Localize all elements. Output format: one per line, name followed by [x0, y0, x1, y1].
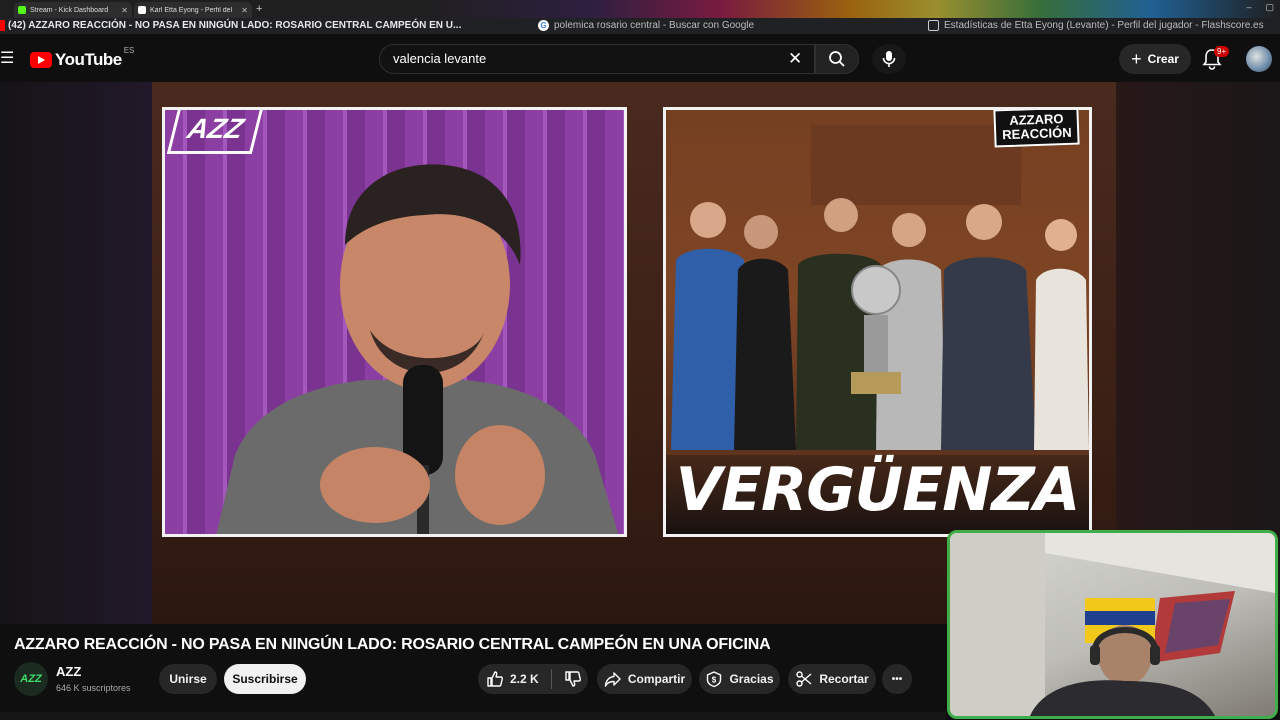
page-tab-label: polemica rosario central - Buscar con Go…	[554, 20, 755, 31]
browser-page-tabs: (42) AZZARO REACCIÓN - NO PASA EN NINGÚN…	[0, 18, 1280, 34]
tab-label: Stream - Kick Dashboard	[30, 6, 109, 14]
tab-kick-dashboard[interactable]: Stream - Kick Dashboard ✕	[14, 2, 132, 18]
overlay-headline: VERGÜENZA	[675, 455, 1081, 525]
kick-icon	[18, 6, 26, 14]
google-icon: G	[538, 20, 549, 31]
thanks-label: Gracias	[729, 672, 774, 686]
tab-close-icon[interactable]: ✕	[241, 6, 248, 15]
video-title: AZZARO REACCIÓN - NO PASA EN NINGÚN LADO…	[14, 636, 771, 653]
video-right-panel-photo: AZZARO REACCIÓN VERGÜENZA	[663, 107, 1092, 537]
logo-country: ES	[123, 46, 135, 55]
window-controls: – ▢	[1246, 2, 1274, 13]
logo-word: YouTube	[55, 50, 122, 69]
page-tab-google[interactable]: G polemica rosario central - Buscar con …	[538, 20, 754, 31]
scissors-icon	[796, 671, 812, 687]
more-icon: •••	[891, 673, 903, 685]
search-icon	[829, 51, 845, 67]
subscriber-count: 646 K suscriptores	[56, 683, 131, 693]
share-icon	[604, 672, 621, 687]
thumbs-up-icon	[487, 671, 503, 687]
clip-label: Recortar	[819, 672, 869, 686]
join-label: Unirse	[169, 672, 207, 686]
create-button[interactable]: + Crear	[1119, 44, 1191, 74]
share-button[interactable]: Compartir	[597, 664, 692, 694]
voice-search-button[interactable]	[872, 44, 906, 74]
tab-strip-decoration	[420, 0, 1280, 18]
more-actions-button[interactable]: •••	[882, 664, 912, 694]
thanks-icon: $	[707, 671, 722, 688]
thumbs-down-icon	[564, 671, 581, 687]
page-tab-flashscore[interactable]: Estadísticas de Etta Eyong (Levante) - P…	[928, 20, 1264, 31]
join-button[interactable]: Unirse	[159, 664, 217, 694]
youtube-favicon-icon	[0, 20, 5, 31]
channel-name[interactable]: AZZ	[56, 664, 81, 679]
menu-icon[interactable]: ☰	[0, 48, 14, 68]
presenter-figure	[216, 164, 619, 534]
badge-line-2: REACCIÓN	[1001, 124, 1072, 143]
like-count: 2.2 K	[510, 672, 539, 686]
azz-logo: AZZ	[166, 110, 265, 154]
thanks-button[interactable]: $ Gracias	[699, 664, 780, 694]
account-avatar[interactable]	[1246, 46, 1272, 72]
youtube-logo[interactable]: YouTube ES	[30, 46, 134, 70]
webcam-overlay	[947, 530, 1278, 719]
flashscore-icon	[928, 20, 939, 31]
tab-player-profile[interactable]: Karl Etta Eyong - Perfil del jugador ✕	[134, 2, 252, 18]
like-button[interactable]: 2.2 K	[486, 670, 539, 688]
tab-close-icon[interactable]: ✕	[121, 6, 128, 15]
mic-icon	[882, 51, 896, 67]
tab-label: Karl Etta Eyong - Perfil del jugador	[150, 6, 234, 14]
share-label: Compartir	[627, 672, 686, 686]
maximize-icon[interactable]: ▢	[1265, 2, 1274, 13]
channel-avatar[interactable]: AZZ	[14, 662, 48, 696]
page-tab-label: (42) AZZARO REACCIÓN - NO PASA EN NINGÚN…	[8, 20, 462, 31]
webcam-scene	[950, 533, 1275, 716]
page-tab-label: Estadísticas de Etta Eyong (Levante) - P…	[944, 20, 1264, 31]
notification-badge: 9+	[1214, 46, 1230, 57]
subscribe-label: Suscribirse	[232, 672, 298, 686]
new-tab-button[interactable]: +	[256, 2, 262, 16]
page-icon	[138, 6, 146, 14]
azzaro-reaccion-badge: AZZARO REACCIÓN	[993, 110, 1080, 148]
recommendations-strip	[0, 712, 946, 720]
clear-icon[interactable]: ✕	[788, 50, 802, 68]
like-dislike-group: 2.2 K	[478, 664, 588, 694]
dislike-button[interactable]	[564, 670, 588, 688]
browser-tab-strip: Stream - Kick Dashboard ✕ Karl Etta Eyon…	[0, 0, 1280, 18]
page-tab-youtube[interactable]: (42) AZZARO REACCIÓN - NO PASA EN NINGÚN…	[0, 20, 461, 31]
like-divider	[550, 669, 552, 689]
create-label: Crear	[1147, 52, 1179, 66]
plus-icon: +	[1131, 48, 1142, 69]
svg-text:$: $	[712, 676, 717, 685]
minimize-icon[interactable]: –	[1246, 2, 1251, 13]
youtube-header: ☰ YouTube ES valencia levante ✕ + Crear …	[0, 34, 1280, 82]
search-button[interactable]	[815, 44, 859, 74]
clip-button[interactable]: Recortar	[788, 664, 876, 694]
video-left-panel-presenter: AZZ	[162, 107, 627, 537]
trophy-group-photo	[666, 110, 1089, 455]
search-input[interactable]: valencia levante	[379, 44, 815, 74]
youtube-play-icon	[30, 52, 52, 68]
subscribe-button[interactable]: Suscribirse	[224, 664, 306, 694]
